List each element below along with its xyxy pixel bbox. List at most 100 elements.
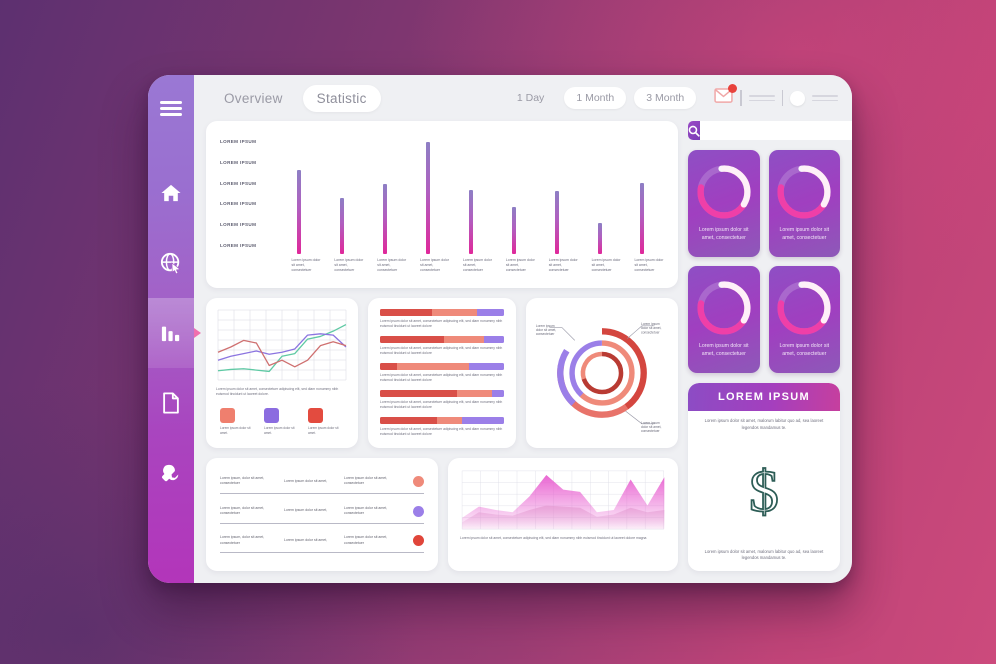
multi-line-chart-card: Lorem ipsum dolor sit amet, consectetuer… — [206, 298, 358, 449]
svg-text:$: $ — [749, 459, 779, 521]
sidebar-item-documents[interactable] — [148, 368, 194, 438]
bar-segment-1 — [380, 416, 438, 424]
bar-x-label: Lorem ipsum dolor sit amet, consectetuer — [462, 258, 492, 273]
legend-item: Lorem ipsum dolor sit amet. — [220, 408, 256, 436]
hbar-caption: Lorem ipsum dolor sit amet, consectetuer… — [380, 346, 503, 356]
stacked-bar — [380, 362, 504, 370]
bar-segment-1 — [380, 362, 398, 370]
dollar-card-body: Lorem ipsum dolor sit amet, malorum labi… — [688, 411, 840, 571]
dollar-card-top-text: Lorem ipsum dolor sit amet, malorum labi… — [704, 418, 824, 430]
range-selector: 1 Day 1 Month 3 Month — [505, 87, 697, 109]
status-dot — [413, 505, 424, 517]
range-3-month[interactable]: 3 Month — [634, 87, 697, 109]
table-row[interactable]: Lorem ipsum, dolor sit amet, consectetue… — [220, 475, 424, 494]
bar-column: Lorem ipsum dolor sit amet, consectetuer — [549, 133, 578, 272]
hbar-caption: Lorem ipsum dolor sit amet, consectetuer… — [380, 399, 503, 410]
bar-x-label: Lorem ipsum dolor sit amet, consectetuer — [591, 258, 621, 273]
mini-donut-icon — [777, 165, 831, 219]
bar-column: Lorem ipsum dolor sit amet, consectetuer — [634, 133, 663, 272]
bar — [511, 207, 516, 255]
bar — [554, 191, 559, 255]
search-button[interactable] — [688, 121, 700, 140]
dashboard-window: Overview Statistic 1 Day 1 Month 3 Month — [148, 75, 852, 583]
bar-segment-3 — [484, 336, 504, 344]
mini-card-caption: Lorem ipsum dolor sit amet, consectetuer — [779, 342, 830, 357]
hbar-caption: Lorem ipsum dolor sit amet, consectetuer… — [380, 319, 503, 329]
y-tick: LOREM IPSUM — [220, 201, 257, 207]
concentric-donut-card: Lorem ipsum dolor sit amet, consectetuer L… — [526, 298, 678, 449]
legend-item: Lorem ipsum dolor sit amet. — [308, 408, 344, 436]
hbar-caption: Lorem ipsum dolor sit amet, consectetuer… — [380, 426, 503, 436]
hamburger-icon[interactable] — [160, 101, 182, 116]
legend-swatch — [220, 408, 235, 424]
topbar: Overview Statistic 1 Day 1 Month 3 Month — [194, 75, 852, 121]
bar-segment-3 — [476, 309, 504, 317]
table-cell: Lorem ipsum dolor sit amet, consectetuer — [344, 535, 388, 545]
bar-column: Lorem ipsum dolor sit amet, consectetuer — [463, 133, 492, 272]
tab-overview[interactable]: Overview — [210, 85, 297, 112]
third-row: Lorem ipsum, dolor sit amet, consectetue… — [206, 458, 678, 571]
table-row[interactable]: Lorem ipsum, dolor sit amet, consectetue… — [220, 505, 424, 524]
content-area: Overview Statistic 1 Day 1 Month 3 Month — [194, 75, 852, 583]
mini-donut-card[interactable]: Lorem ipsum dolor sit amet, consectetuer — [688, 150, 760, 257]
table-cell: Lorem ipsum dolor sit amet, — [284, 508, 328, 513]
hbar-row: Lorem ipsum dolor sit amet, consectetuer… — [380, 336, 504, 357]
dollar-card-bottom-text: Lorem ipsum dolor sit amet, malorum labi… — [704, 548, 824, 561]
sidebar-item-globe[interactable] — [148, 228, 194, 298]
legend-label: Lorem ipsum dolor sit amet. — [308, 426, 339, 436]
y-tick: LOREM IPSUM — [220, 139, 257, 144]
bar — [383, 183, 388, 255]
dollar-card: LOREM IPSUM Lorem ipsum dolor sit amet, … — [688, 383, 840, 571]
divider — [740, 90, 742, 106]
bar-segment-2 — [397, 362, 470, 370]
bar-segment-1 — [380, 309, 433, 317]
right-column: Lorem ipsum dolor sit amet, consectetuer… — [688, 121, 852, 571]
bar — [340, 198, 345, 255]
y-tick: LOREM IPSUM — [220, 243, 257, 249]
avatar[interactable] — [790, 90, 805, 106]
search-input[interactable] — [700, 121, 852, 140]
stacked-bar — [380, 309, 504, 317]
mini-donut-card[interactable]: Lorem ipsum dolor sit amet, consectetuer — [688, 266, 760, 373]
range-1-day[interactable]: 1 Day — [505, 87, 556, 109]
table-cell: Lorem ipsum, dolor sit amet, consectetue… — [220, 505, 265, 516]
stacked-bar — [380, 389, 504, 397]
bar-segment-2 — [437, 416, 462, 424]
area-chart-caption: Lorem ipsum dolor sit amet, consectetuer… — [460, 536, 647, 541]
bar-x-label: Lorem ipsum dolor sit amet, consectetuer — [548, 258, 578, 273]
sidebar-item-statistics[interactable] — [148, 297, 194, 368]
sidebar-item-settings[interactable] — [148, 438, 194, 508]
legend-swatch — [264, 408, 279, 424]
legend-swatch — [308, 408, 323, 424]
second-row: Lorem ipsum dolor sit amet, consectetuer… — [206, 298, 678, 449]
mail-button[interactable] — [714, 84, 738, 108]
line-chart-plot — [217, 309, 347, 381]
bar-segment-3 — [461, 416, 504, 424]
mini-donut-card[interactable]: Lorem ipsum dolor sit amet, consectetuer — [768, 266, 840, 373]
line-chart-legend: Lorem ipsum dolor sit amet. Lorem ipsum … — [216, 408, 348, 438]
search-icon — [688, 125, 700, 137]
data-table-card: Lorem ipsum, dolor sit amet, consectetue… — [206, 458, 438, 571]
bar-x-label: Lorem ipsum dolor sit amet, consectetuer — [420, 258, 450, 273]
stacked-bar — [380, 336, 504, 344]
mini-card-caption: Lorem ipsum dolor sit amet, consectetuer — [698, 226, 749, 241]
bar-chart-plot: Lorem ipsum dolor sit amet, consectetuer… — [278, 133, 664, 282]
bar-x-label: Lorem ipsum dolor sit amet, consectetuer — [334, 258, 364, 273]
dashboard-body: LOREM IPSUM LOREM IPSUM LOREM IPSUM LORE… — [194, 121, 852, 583]
table-cell: Lorem ipsum dolor sit amet, — [284, 478, 328, 483]
bar-x-label: Lorem ipsum dolor sit amet, consectetuer — [634, 258, 664, 273]
status-dot — [413, 535, 424, 547]
tab-statistic[interactable]: Statistic — [302, 84, 381, 112]
wrench-icon — [162, 464, 179, 481]
table-row[interactable]: Lorem ipsum, dolor sit amet, consectetue… — [220, 535, 424, 554]
bar — [640, 182, 645, 255]
mini-donut-card[interactable]: Lorem ipsum dolor sit amet, consectetuer — [768, 150, 840, 257]
donut-label-3: Lorem ipsum dolor sit amet, consectetuer — [641, 421, 662, 433]
mini-donut-cards: Lorem ipsum dolor sit amet, consectetuer… — [688, 150, 840, 373]
sidebar-item-home[interactable] — [148, 158, 194, 228]
legend-label: Lorem ipsum dolor sit amet. — [220, 426, 251, 436]
bar — [468, 190, 473, 255]
hbar-row: Lorem ipsum dolor sit amet, consectetuer… — [380, 309, 504, 330]
range-1-month[interactable]: 1 Month — [564, 87, 627, 109]
table-cell: Lorem ipsum dolor sit amet, — [284, 537, 328, 542]
